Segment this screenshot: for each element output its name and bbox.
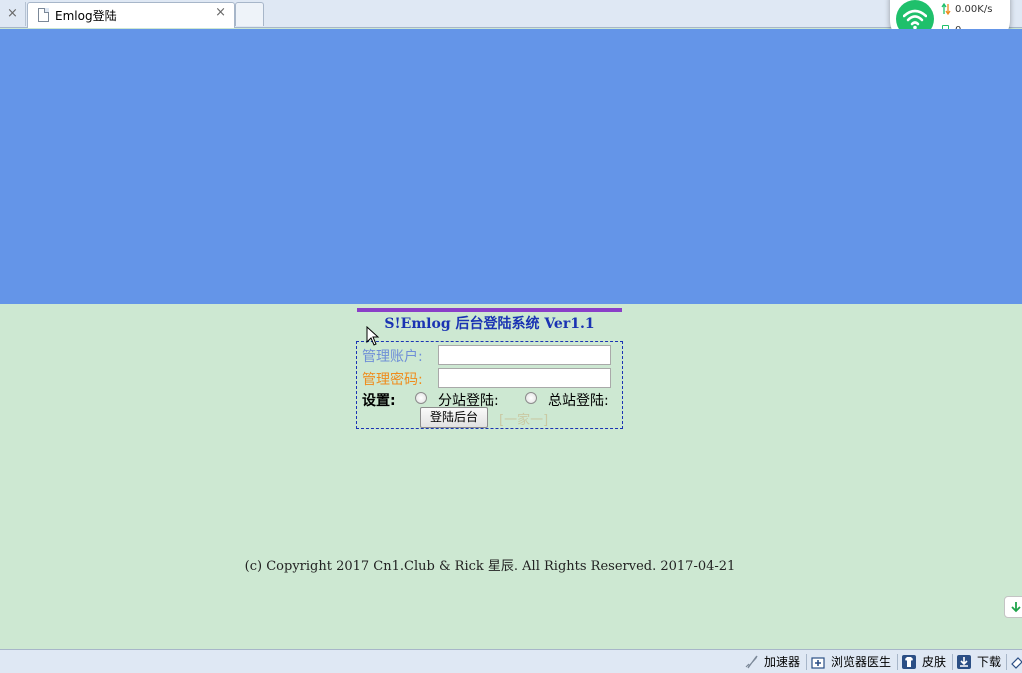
previous-tab-close-icon[interactable]: ×: [0, 2, 26, 26]
copyright-text: (c) Copyright 2017 Cn1.Club & Rick 星辰. A…: [244, 559, 736, 574]
accelerator-button[interactable]: 加速器: [744, 654, 804, 670]
shirt-icon: [902, 655, 916, 669]
statusbar-divider: [952, 654, 953, 670]
password-label: 管理密码:: [362, 372, 423, 388]
new-tab-button[interactable]: [235, 2, 264, 26]
download-button[interactable]: 下载: [957, 654, 1005, 670]
main-site-login-radio[interactable]: [525, 392, 537, 404]
statusbar-divider: [806, 654, 807, 670]
browser-doctor-label: 浏览器医生: [831, 655, 892, 669]
medical-kit-icon: [811, 657, 825, 669]
skin-label: 皮肤: [922, 655, 947, 669]
tab-bar: × Emlog登陆 ×: [0, 0, 1022, 28]
arrow-down-icon: [1011, 602, 1021, 613]
family-text: [一家一]: [499, 413, 549, 428]
scroll-down-button[interactable]: [1004, 596, 1022, 618]
tab-title: Emlog登陆: [55, 9, 117, 23]
username-input[interactable]: [438, 345, 611, 365]
browser-doctor-button[interactable]: 浏览器医生: [811, 654, 895, 670]
rocket-icon: [745, 655, 758, 669]
login-heading-bar: [357, 308, 622, 312]
download-label: 下载: [977, 655, 1002, 669]
login-title: S!Emlog 后台登陆系统 Ver1.1: [384, 316, 595, 332]
upload-download-icon: [941, 3, 951, 15]
extra-status-button[interactable]: [1010, 654, 1022, 670]
statusbar-divider: [897, 654, 898, 670]
mouse-cursor-icon: [366, 326, 380, 346]
status-bar: 加速器 浏览器医生 皮肤 下载: [0, 649, 1022, 673]
document-icon: [38, 8, 49, 22]
eraser-icon: [1011, 657, 1022, 669]
password-input[interactable]: [438, 368, 611, 388]
tab-emlog-login[interactable]: Emlog登陆 ×: [27, 2, 235, 28]
username-label: 管理账户:: [362, 349, 423, 365]
skin-button[interactable]: 皮肤: [902, 654, 950, 670]
download-icon: [957, 655, 971, 669]
login-form: 管理账户: 管理密码: 设置: 分站登陆: 总站登陆: 登陆后台 [一家一]: [356, 341, 623, 429]
tab-close-icon[interactable]: ×: [215, 5, 226, 20]
sub-site-login-radio[interactable]: [415, 392, 427, 404]
main-site-login-label: 总站登陆:: [548, 393, 609, 409]
blue-banner: [0, 29, 1022, 304]
accelerator-label: 加速器: [764, 655, 801, 669]
network-speed: 0.00K/s: [955, 4, 993, 15]
login-button[interactable]: 登陆后台: [420, 407, 488, 428]
statusbar-divider: [1006, 654, 1007, 670]
settings-label: 设置:: [362, 393, 396, 409]
